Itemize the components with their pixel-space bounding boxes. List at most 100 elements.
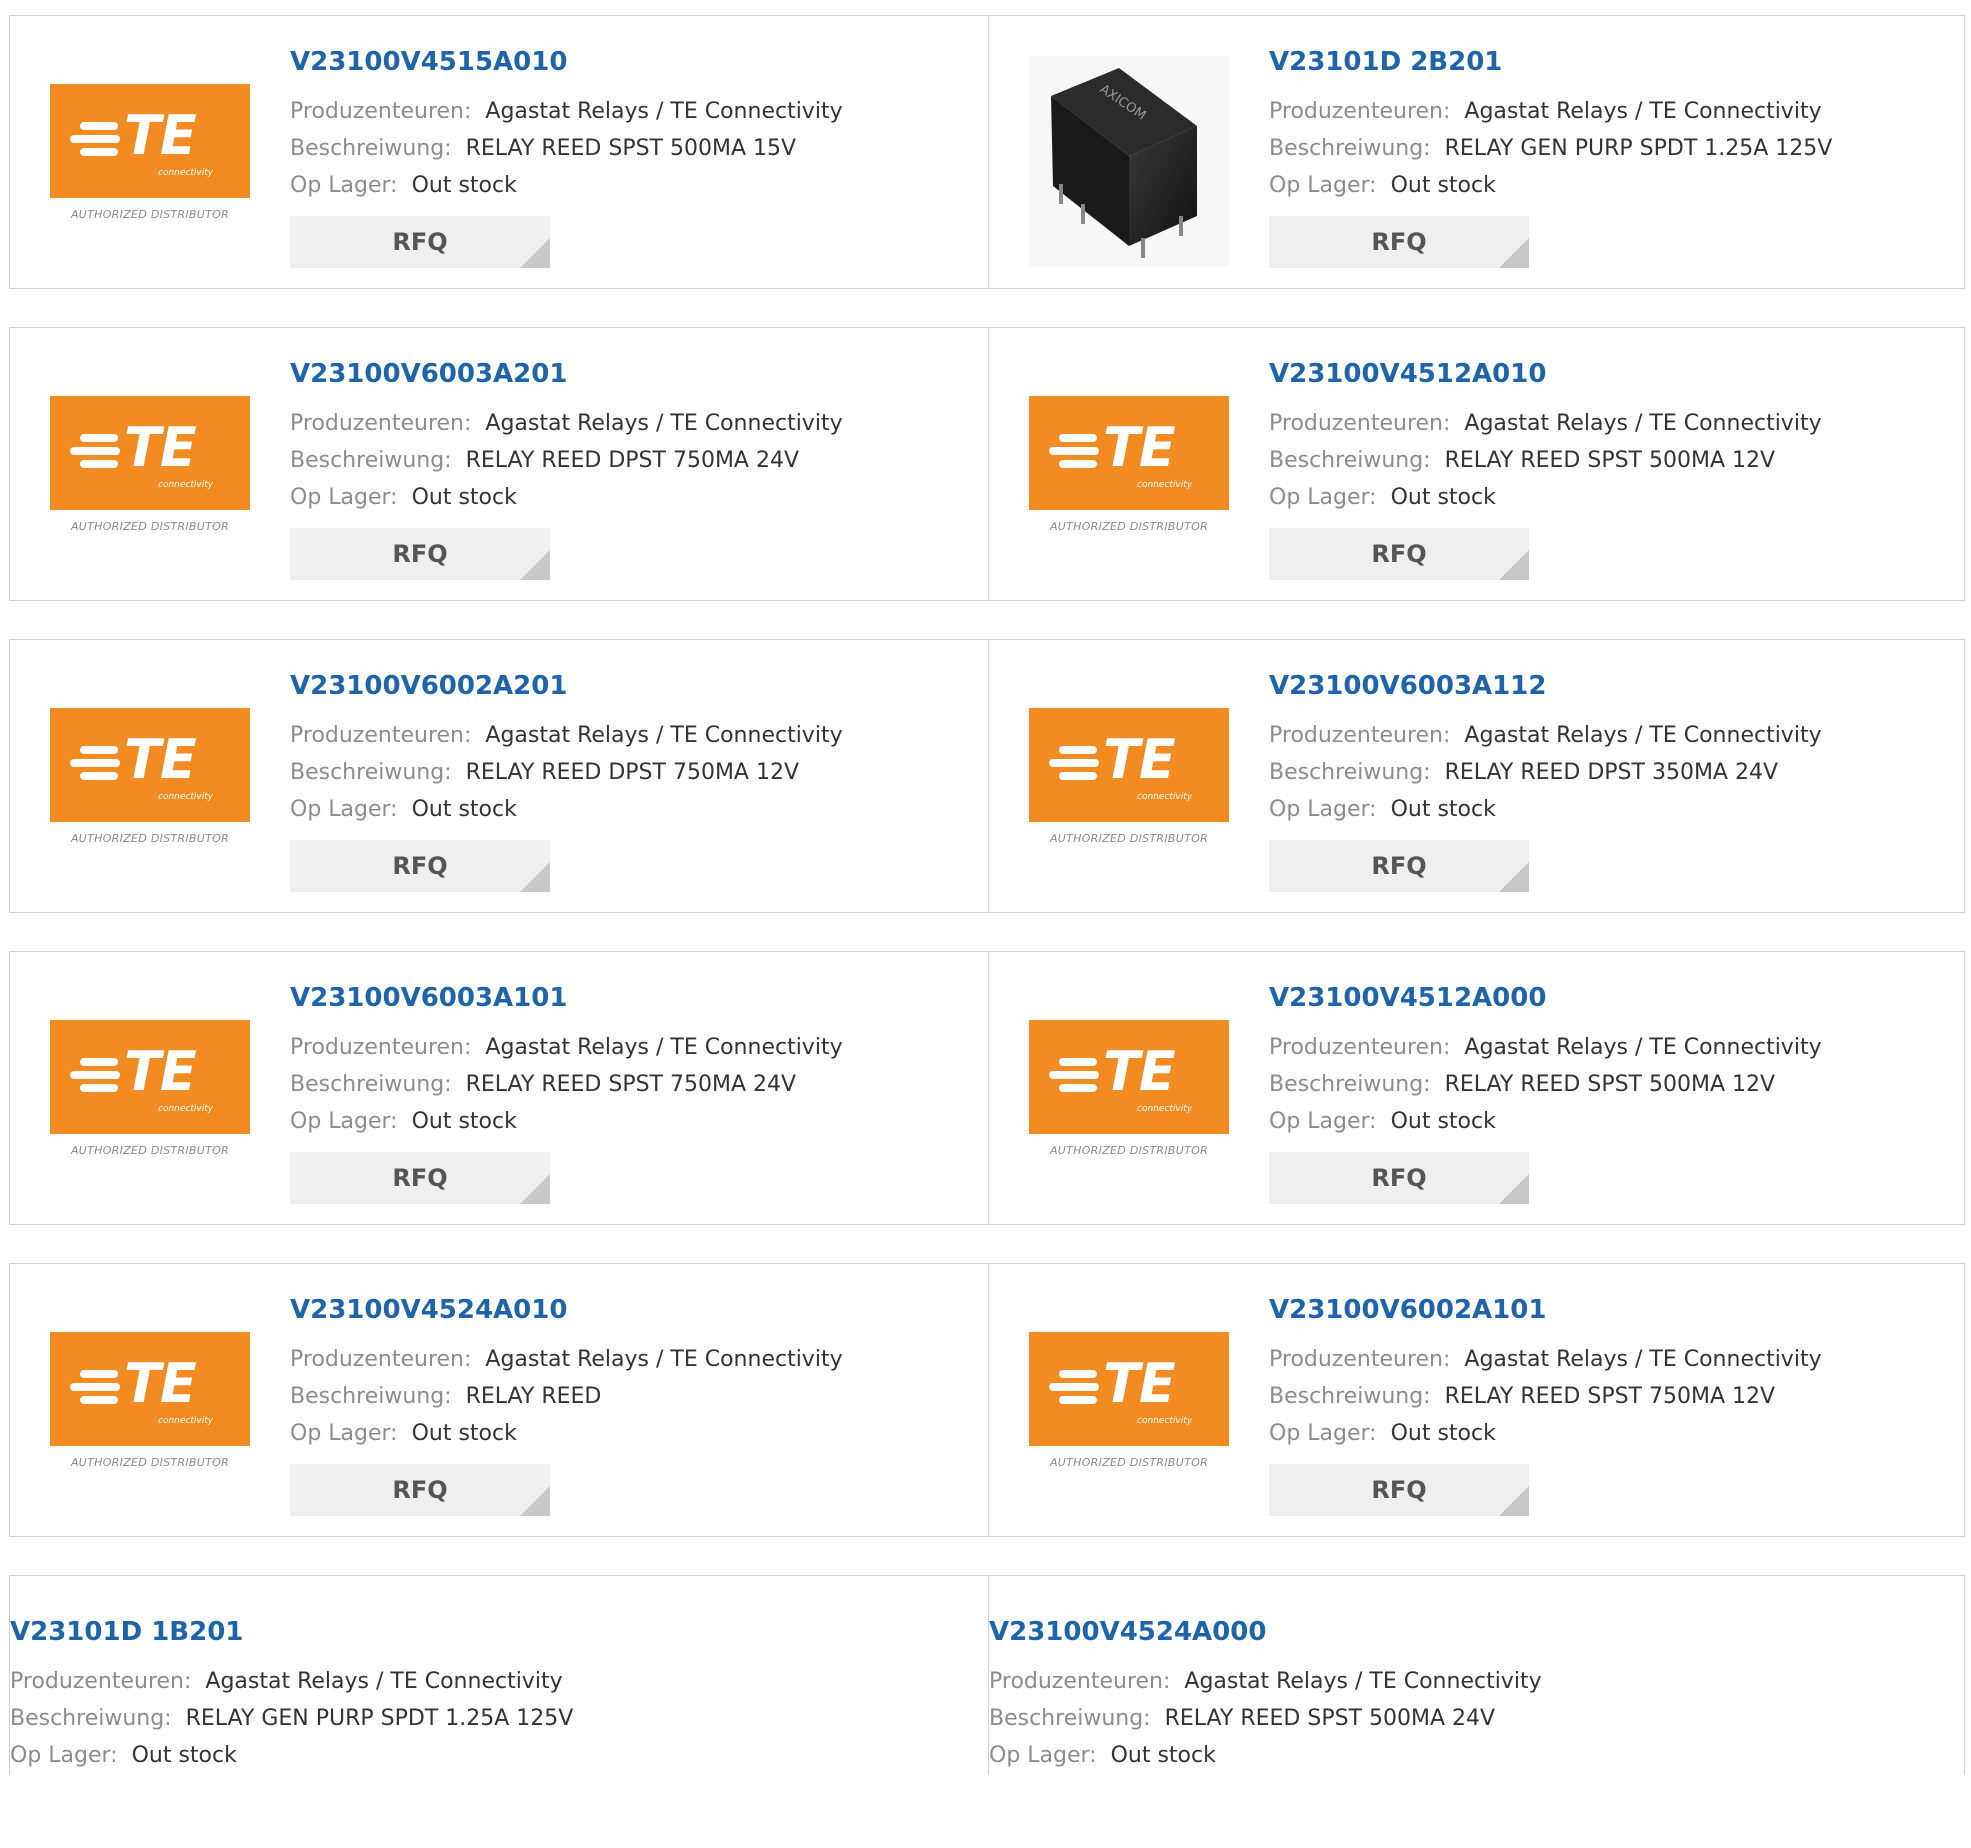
te-logo-tagline: AUTHORIZED DISTRIBUTOR <box>70 208 230 221</box>
rfq-button[interactable]: RFQ <box>290 840 550 892</box>
corner-fold-icon <box>1499 862 1529 892</box>
manufacturer-label: Produzenteuren: <box>290 411 472 436</box>
te-logo-block: TE connectivity <box>1029 708 1229 822</box>
manufacturer-label: Produzenteuren: <box>1269 99 1451 124</box>
description-value: RELAY GEN PURP SPDT 1.25A 125V <box>1444 136 1833 161</box>
stock-label: Op Lager: <box>1269 1109 1377 1134</box>
te-logo-sub: connectivity <box>158 792 214 802</box>
manufacturer-value: Agastat Relays / TE Connectivity <box>1464 99 1822 124</box>
part-number-link[interactable]: V23100V6002A201 <box>290 670 567 702</box>
te-logo-bars-icon <box>70 434 120 468</box>
part-number-link[interactable]: V23101D 2B201 <box>1269 46 1502 78</box>
description-label: Beschreiwung: <box>10 1706 172 1731</box>
rfq-button[interactable]: RFQ <box>290 1152 550 1204</box>
product-card: TE connectivity AUTHORIZED DISTRIBUTOR V231… <box>10 1264 988 1536</box>
description-label: Beschreiwung: <box>1269 136 1431 161</box>
te-authorized-distributor-logo[interactable]: TE connectivity AUTHORIZED DISTRIBUTOR <box>1029 1332 1229 1486</box>
part-number-link[interactable]: V23100V6003A201 <box>290 358 567 390</box>
part-number-link[interactable]: V23100V4524A010 <box>290 1294 567 1326</box>
product-card: TE connectivity AUTHORIZED DISTRIBUTOR V231… <box>989 640 1967 912</box>
description-value: RELAY GEN PURP SPDT 1.25A 125V <box>185 1706 574 1731</box>
rfq-button[interactable]: RFQ <box>1269 1152 1529 1204</box>
te-authorized-distributor-logo[interactable]: TE connectivity AUTHORIZED DISTRIBUTOR <box>1029 708 1229 862</box>
stock-value: Out stock <box>131 1743 237 1768</box>
description-line: Beschreiwung: RELAY REED DPST 750MA 24V <box>290 447 799 475</box>
description-line: Beschreiwung: RELAY GEN PURP SPDT 1.25A 1… <box>1269 135 1832 163</box>
product-card: V23101D 1B201 Produzenteuren: Agastat Rela… <box>10 1576 988 1848</box>
rfq-button-label: RFQ <box>1371 852 1427 880</box>
te-authorized-distributor-logo[interactable]: TE connectivity AUTHORIZED DISTRIBUTOR <box>50 1020 250 1174</box>
product-card: TE connectivity AUTHORIZED DISTRIBUTOR V231… <box>989 952 1967 1224</box>
description-value: RELAY REED SPST 500MA 15V <box>465 136 797 161</box>
te-logo-tagline: AUTHORIZED DISTRIBUTOR <box>70 1144 230 1157</box>
stock-line: Op Lager: Out stock <box>10 1742 237 1770</box>
rfq-button-label: RFQ <box>392 228 448 256</box>
stock-value: Out stock <box>1390 1421 1496 1446</box>
product-row: V23101D 1B201 Produzenteuren: Agastat Rela… <box>9 1575 1965 1775</box>
te-authorized-distributor-logo[interactable]: TE connectivity AUTHORIZED DISTRIBUTOR <box>50 708 250 862</box>
stock-value: Out stock <box>1390 1109 1496 1134</box>
part-number-link[interactable]: V23100V4515A010 <box>290 46 567 78</box>
description-line: Beschreiwung: RELAY REED SPST 750MA 24V <box>290 1071 796 1099</box>
product-card: TE connectivity AUTHORIZED DISTRIBUTOR V231… <box>10 640 988 912</box>
rfq-button[interactable]: RFQ <box>290 528 550 580</box>
manufacturer-line: Produzenteuren: Agastat Relays / TE Conne… <box>290 1034 843 1062</box>
rfq-button-label: RFQ <box>1371 1476 1427 1504</box>
manufacturer-value: Agastat Relays / TE Connectivity <box>485 411 843 436</box>
te-logo-mark: TE <box>1103 416 1176 479</box>
rfq-button[interactable]: RFQ <box>1269 216 1529 268</box>
part-number-link[interactable]: V23100V4524A000 <box>989 1616 1266 1648</box>
te-logo-block: TE connectivity <box>50 1332 250 1446</box>
stock-label: Op Lager: <box>1269 797 1377 822</box>
relay-product-image[interactable]: AXICOM <box>1029 56 1229 266</box>
rfq-button[interactable]: RFQ <box>290 1464 550 1516</box>
manufacturer-line: Produzenteuren: Agastat Relays / TE Conne… <box>1269 98 1822 126</box>
part-number-link[interactable]: V23100V4512A000 <box>1269 982 1546 1014</box>
stock-line: Op Lager: Out stock <box>290 172 517 200</box>
product-row: TE connectivity AUTHORIZED DISTRIBUTOR V231… <box>9 1263 1965 1537</box>
description-value: RELAY REED <box>465 1384 602 1409</box>
te-authorized-distributor-logo[interactable]: TE connectivity AUTHORIZED DISTRIBUTOR <box>1029 1020 1229 1174</box>
te-logo-mark: TE <box>124 416 197 479</box>
description-line: Beschreiwung: RELAY GEN PURP SPDT 1.25A 1… <box>10 1705 573 1733</box>
manufacturer-label: Produzenteuren: <box>10 1669 192 1694</box>
rfq-button-label: RFQ <box>1371 540 1427 568</box>
te-logo-mark: TE <box>124 1352 197 1415</box>
manufacturer-line: Produzenteuren: Agastat Relays / TE Conne… <box>290 1346 843 1374</box>
manufacturer-label: Produzenteuren: <box>1269 1347 1451 1372</box>
te-authorized-distributor-logo[interactable]: TE connectivity AUTHORIZED DISTRIBUTOR <box>50 84 250 238</box>
description-line: Beschreiwung: RELAY REED SPST 500MA 12V <box>1269 447 1775 475</box>
te-logo-sub: connectivity <box>1137 1104 1193 1114</box>
description-value: RELAY REED SPST 500MA 12V <box>1444 1072 1776 1097</box>
description-value: RELAY REED SPST 500MA 24V <box>1164 1706 1496 1731</box>
product-grid: TE connectivity AUTHORIZED DISTRIBUTOR V231… <box>0 0 1971 1775</box>
product-row: TE connectivity AUTHORIZED DISTRIBUTOR V231… <box>9 951 1965 1225</box>
stock-value: Out stock <box>411 173 517 198</box>
stock-line: Op Lager: Out stock <box>1269 796 1496 824</box>
product-row: TE connectivity AUTHORIZED DISTRIBUTOR V231… <box>9 327 1965 601</box>
rfq-button[interactable]: RFQ <box>1269 840 1529 892</box>
te-authorized-distributor-logo[interactable]: TE connectivity AUTHORIZED DISTRIBUTOR <box>50 396 250 550</box>
description-label: Beschreiwung: <box>290 136 452 161</box>
te-authorized-distributor-logo[interactable]: TE connectivity AUTHORIZED DISTRIBUTOR <box>50 1332 250 1486</box>
product-card: TE connectivity AUTHORIZED DISTRIBUTOR V231… <box>10 952 988 1224</box>
manufacturer-label: Produzenteuren: <box>290 99 472 124</box>
part-number-link[interactable]: V23100V6002A101 <box>1269 1294 1546 1326</box>
product-row: TE connectivity AUTHORIZED DISTRIBUTOR V231… <box>9 15 1965 289</box>
part-number-link[interactable]: V23100V6003A112 <box>1269 670 1546 702</box>
part-number-link[interactable]: V23101D 1B201 <box>10 1616 243 1648</box>
part-number-link[interactable]: V23100V4512A010 <box>1269 358 1546 390</box>
rfq-button[interactable]: RFQ <box>290 216 550 268</box>
rfq-button[interactable]: RFQ <box>1269 1464 1529 1516</box>
manufacturer-line: Produzenteuren: Agastat Relays / TE Conne… <box>1269 722 1822 750</box>
manufacturer-value: Agastat Relays / TE Connectivity <box>1184 1669 1542 1694</box>
part-number-link[interactable]: V23100V6003A101 <box>290 982 567 1014</box>
stock-label: Op Lager: <box>1269 485 1377 510</box>
manufacturer-label: Produzenteuren: <box>1269 1035 1451 1060</box>
te-authorized-distributor-logo[interactable]: TE connectivity AUTHORIZED DISTRIBUTOR <box>1029 396 1229 550</box>
description-value: RELAY REED SPST 500MA 12V <box>1444 448 1776 473</box>
te-logo-bars-icon <box>1049 746 1099 780</box>
te-logo-tagline: AUTHORIZED DISTRIBUTOR <box>1049 1456 1209 1469</box>
rfq-button[interactable]: RFQ <box>1269 528 1529 580</box>
te-logo-bars-icon <box>70 1370 120 1404</box>
